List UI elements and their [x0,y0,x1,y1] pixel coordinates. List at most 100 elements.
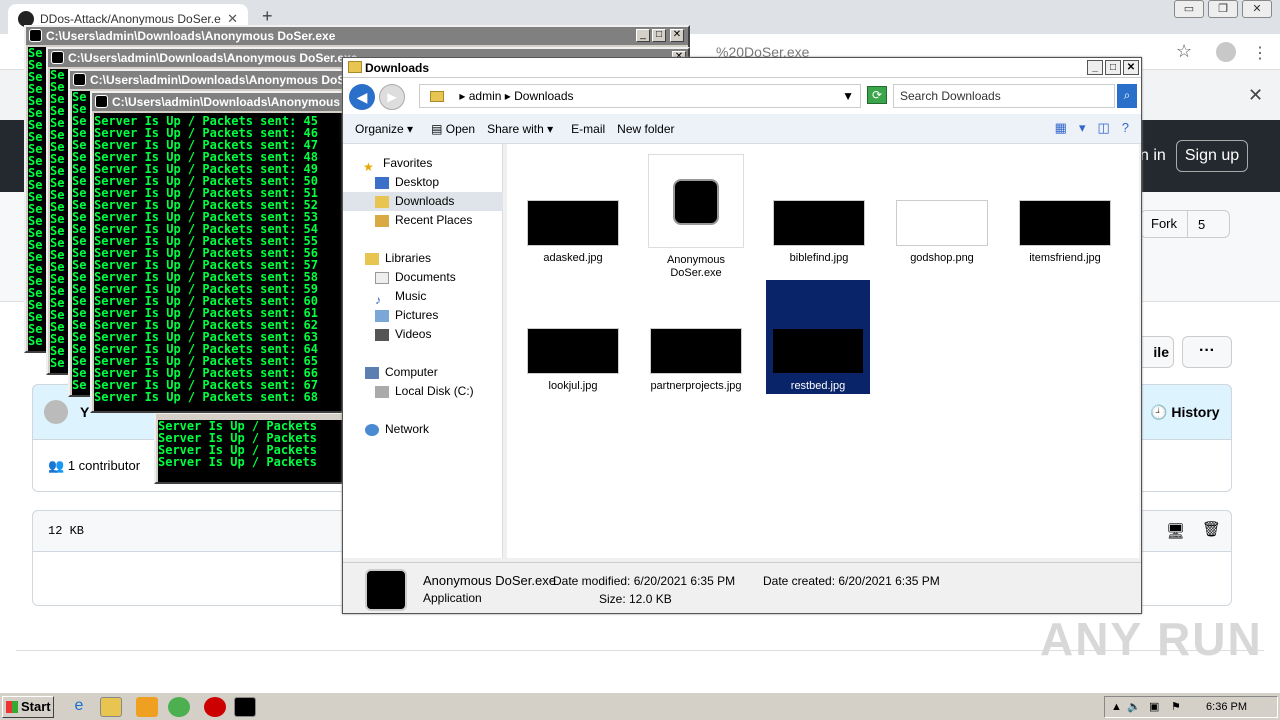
console-title: C:\Users\admin\Downloads\Anonymous DoSer… [46,29,336,43]
volume-icon[interactable]: 🔈 [1127,697,1141,717]
fork-button[interactable]: Fork 5 [1140,210,1230,238]
trash-icon[interactable]: 🗑 [1202,520,1221,538]
minimize-button[interactable]: _ [636,29,650,42]
close-button[interactable]: ✕ [1242,0,1272,18]
nav-documents[interactable]: Documents [343,268,503,287]
file-item[interactable]: adasked.jpg [521,200,625,265]
file-item[interactable]: itemsfriend.jpg [1013,200,1117,265]
search-input[interactable]: Search Downloads [893,84,1115,108]
taskbar: Start e ▲ 🔈 ▣ ⚑ 6:36 PM [0,692,1280,720]
console-line: Server Is Up / Packets [158,455,317,469]
bookmark-star-icon[interactable]: ☆ [1176,41,1192,62]
explorer-taskbar-icon[interactable] [100,697,122,717]
downloads-icon [375,195,389,208]
chevron-down-icon[interactable]: ▼ [842,85,854,107]
share-with-button[interactable]: Share with ▾ [487,122,553,136]
nav-libraries[interactable]: Libraries [343,249,503,268]
file-item[interactable]: godshop.png [890,200,994,265]
help-icon[interactable]: ? [1122,120,1129,136]
computer-icon [365,366,379,379]
view-tools: ▦ ▾ ◫ ? [1055,120,1129,136]
contributors-link[interactable]: 👥 1 contributor [48,458,140,474]
more-options-button[interactable]: ··· [1182,336,1232,368]
image-thumbnail [896,200,988,246]
search-icon[interactable]: ⌕ [1117,84,1137,108]
ie-icon[interactable]: e [68,697,90,717]
open-button[interactable]: ▤ Open [431,122,475,136]
flag-icon[interactable]: ⚑ [1171,697,1181,717]
libraries-icon [365,252,379,265]
nav-recent[interactable]: Recent Places [343,211,503,230]
back-arrow-icon[interactable]: ◀ [349,84,375,110]
file-item[interactable]: Anonymous DoSer.exe [644,154,748,280]
chrome-icon[interactable] [168,697,190,717]
image-thumbnail [527,200,619,246]
media-player-icon[interactable] [136,697,158,717]
nav-localdisk[interactable]: Local Disk (C:) [343,382,503,401]
menu-kebab-icon[interactable]: ⋮ [1252,43,1268,63]
folder-icon [348,61,362,73]
explorer-window[interactable]: Downloads _ □ ✕ ◀ ▶ ▸ admin ▸ Downloads … [342,57,1142,614]
console-window-5[interactable]: Server Is Up / Packets Server Is Up / Pac… [154,412,354,484]
nav-favorites[interactable]: ★ Favorites [343,154,503,174]
minimize-button[interactable]: _ [1087,60,1103,75]
nav-downloads[interactable]: Downloads [343,192,503,211]
breadcrumb-admin[interactable]: admin [469,89,502,103]
console-icon [95,95,108,108]
change-view-icon[interactable]: ▦ [1055,120,1067,136]
image-thumbnail [772,328,864,374]
start-button[interactable]: Start [2,696,54,718]
nav-label: Desktop [395,175,440,189]
refresh-icon[interactable]: ⟳ [867,86,887,104]
close-banner-icon[interactable]: ✕ [1248,85,1263,106]
detail-date-created: Date created: 6/20/2021 6:35 PM [763,574,940,588]
tab-title: DDos-Attack/Anonymous DoSer.exe [40,12,222,26]
account-avatar-icon[interactable] [1216,42,1236,62]
author-name[interactable]: Y [80,404,89,420]
file-item[interactable]: lookjul.jpg [521,328,625,393]
nav-network[interactable]: Network [343,420,503,439]
console-title-bar[interactable]: C:\Users\admin\Downloads\Anonymous DoSer… [26,27,688,45]
system-tray: ▲ 🔈 ▣ ⚑ 6:36 PM [1104,696,1278,718]
address-bar[interactable]: ▸ admin ▸ Downloads ▼ [419,84,861,108]
nav-pictures[interactable]: Pictures [343,306,503,325]
opera-icon[interactable] [204,697,226,717]
chevron-right-icon[interactable]: ▸ [505,89,511,103]
new-folder-button[interactable]: New folder [617,122,674,136]
maximize-button[interactable]: □ [652,29,666,42]
nav-music[interactable]: ♪ Music [343,287,503,307]
organize-button[interactable]: Organize ▾ [355,122,413,136]
nav-desktop[interactable]: Desktop [343,173,503,192]
nav-videos[interactable]: Videos [343,325,503,344]
forward-arrow-icon[interactable]: ▶ [379,84,405,110]
chevron-up-icon[interactable]: ▲ [1111,697,1122,717]
explorer-title-bar[interactable]: Downloads _ □ ✕ [343,58,1141,78]
display-icon[interactable]: 🖥 [1166,522,1185,540]
maximize-button[interactable]: □ [1105,60,1121,75]
email-button[interactable]: E-mail [571,122,605,136]
close-button[interactable]: ✕ [1123,60,1139,75]
maximize-button[interactable]: ❐ [1208,0,1238,18]
sign-in-link[interactable]: n in [1140,147,1166,165]
network-tray-icon[interactable]: ▣ [1149,697,1159,717]
history-link[interactable]: 🕘 History [1150,404,1220,421]
doser-taskbar-icon[interactable] [234,697,256,717]
chevron-right-icon[interactable]: ▸ [459,89,465,103]
recent-places-icon [375,214,389,227]
new-tab-button[interactable]: + [262,6,273,27]
preview-pane-icon[interactable]: ◫ [1097,120,1109,136]
close-button[interactable]: ✕ [670,29,684,42]
nav-computer[interactable]: Computer [343,363,503,382]
minimize-button[interactable]: ▭ [1174,0,1204,18]
music-icon: ♪ [375,292,381,307]
detail-type: Application [423,591,482,605]
breadcrumb-downloads[interactable]: Downloads [514,89,573,103]
details-pane: Anonymous DoSer.exe Application Date mod… [343,562,1141,613]
chevron-down-icon[interactable]: ▾ [1079,120,1086,136]
file-item[interactable]: partnerprojects.jpg [644,328,748,393]
file-item[interactable]: biblefind.jpg [767,200,871,265]
clock[interactable]: 6:36 PM [1206,697,1247,717]
author-avatar[interactable] [44,400,68,424]
sign-up-button[interactable]: Sign up [1176,140,1248,172]
file-item[interactable]: restbed.jpg [766,280,870,394]
